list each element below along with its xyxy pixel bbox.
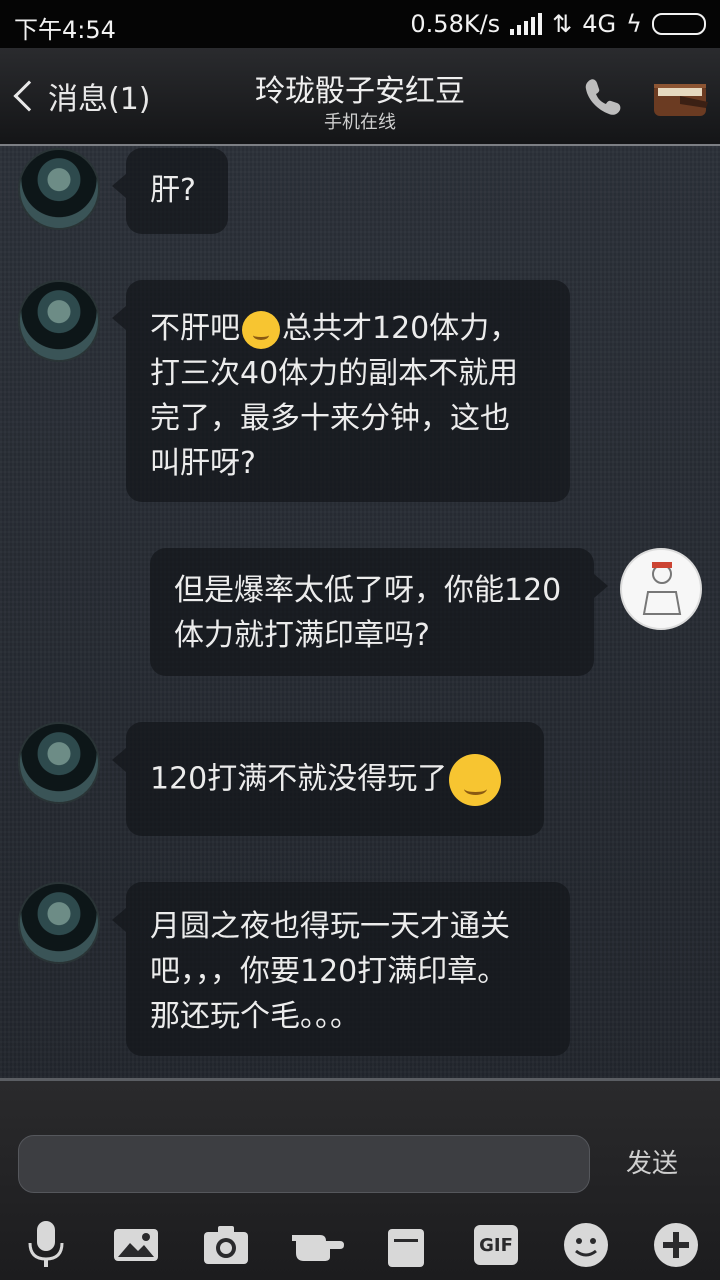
gif-icon[interactable]: GIF (470, 1219, 522, 1271)
input-bar: 发送 GIF (0, 1078, 720, 1280)
laughing-tears-emoji (242, 310, 280, 349)
message-bubble[interactable]: 但是爆率太低了呀，你能120 体力就打满印章吗? (150, 548, 608, 676)
message-text: 但是爆率太低了呀，你能120 (174, 573, 562, 608)
battery-icon (652, 13, 706, 35)
message-text: 打三次40体力的副本不就用 (150, 356, 519, 391)
message-text: 叫肝呀? (150, 446, 256, 481)
contact-avatar[interactable] (18, 882, 100, 964)
charging-icon: ϟ (626, 10, 642, 38)
message-bubble[interactable]: 120打满不就没得玩了 (112, 722, 544, 836)
message-bubble[interactable]: 不肝吧 总共才120体力， 打三次40体力的副本不就用 完了，最多十来分钟，这也 … (112, 280, 570, 502)
image-icon[interactable] (110, 1219, 162, 1271)
network-type: 4G (582, 10, 617, 38)
blush-emoji (449, 754, 502, 806)
plus-icon[interactable] (650, 1219, 702, 1271)
message-text: 那还玩个毛。。。 (150, 999, 360, 1034)
message-list[interactable]: 肝? 不肝吧 总共才120体力， 打三次40体力的副本不就用 完了，最多十来分钟，… (0, 146, 720, 1078)
contact-avatar[interactable] (18, 148, 100, 230)
signal-icon (510, 13, 543, 35)
message-text: 不肝吧 总共才120体力， (150, 306, 546, 351)
data-arrows-icon: ⇅ (552, 10, 573, 38)
contact-avatar[interactable] (18, 280, 100, 362)
camera-icon[interactable] (200, 1219, 252, 1271)
chat-header: 消息(1) 玲珑骰子安红豆 手机在线 (0, 48, 720, 146)
message-text: 完了，最多十来分钟，这也 (150, 401, 510, 436)
message-text: 月圆之夜也得玩一天才通关 (150, 909, 510, 944)
gif-label: GIF (474, 1225, 518, 1265)
message-input[interactable] (18, 1135, 590, 1193)
book-icon[interactable] (650, 76, 712, 122)
message-text: 肝? (150, 173, 196, 208)
message-text: 120打满不就没得玩了 (150, 754, 520, 806)
send-button[interactable]: 发送 (626, 1143, 678, 1180)
my-avatar[interactable] (620, 548, 702, 630)
message-text: 体力就打满印章吗? (174, 618, 430, 653)
poke-icon[interactable] (290, 1219, 346, 1271)
network-speed: 0.58K/s (410, 10, 501, 38)
microphone-icon[interactable] (20, 1219, 72, 1271)
status-time: 下午4:54 (14, 16, 116, 44)
message-text: 吧，，，你要120打满印章。 (150, 954, 508, 989)
message-bubble[interactable]: 月圆之夜也得玩一天才通关 吧，，，你要120打满印章。 那还玩个毛。。。 (112, 882, 570, 1056)
status-right: 0.58K/s ⇅ 4G ϟ (410, 10, 706, 38)
phone-icon[interactable] (580, 74, 624, 118)
message-bubble[interactable]: 肝? (112, 148, 228, 234)
status-bar: 下午4:54 0.58K/s ⇅ 4G ϟ (0, 0, 720, 48)
contact-avatar[interactable] (18, 722, 100, 804)
folder-icon[interactable] (380, 1219, 432, 1271)
emoji-icon[interactable] (560, 1219, 612, 1271)
input-toolbar: GIF (0, 1211, 720, 1280)
